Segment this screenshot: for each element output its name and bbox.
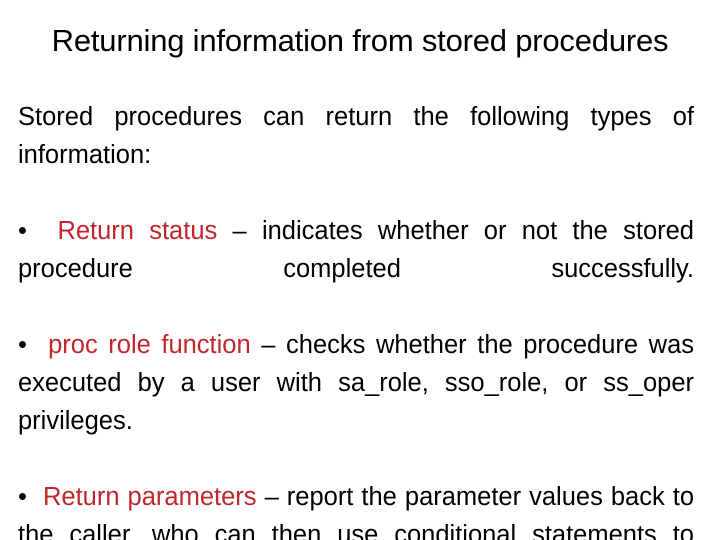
list-item: • proc role function – checks whether th…: [18, 326, 694, 478]
slide-canvas: Returning information from stored proced…: [0, 0, 720, 540]
bullet-term-return-parameters: Return parameters: [43, 483, 257, 511]
bullet-term-proc-role-function: proc role function: [48, 331, 251, 359]
intro-paragraph: Stored procedures can return the followi…: [18, 103, 694, 169]
bullet-icon: •: [18, 483, 27, 511]
slide-body: Stored procedures can return the followi…: [18, 98, 694, 540]
list-item: • Return parameters – report the paramet…: [18, 478, 694, 540]
bullet-dash: –: [261, 331, 276, 359]
bullet-term-return-status: Return status: [57, 217, 218, 245]
page-title: Returning information from stored proced…: [51, 23, 669, 58]
bullet-icon: •: [18, 217, 27, 245]
list-item: • Return status – indicates whether or n…: [18, 212, 694, 326]
bullet-dash: –: [232, 217, 247, 245]
bullet-dash: –: [264, 483, 279, 511]
bullet-icon: •: [18, 331, 27, 359]
